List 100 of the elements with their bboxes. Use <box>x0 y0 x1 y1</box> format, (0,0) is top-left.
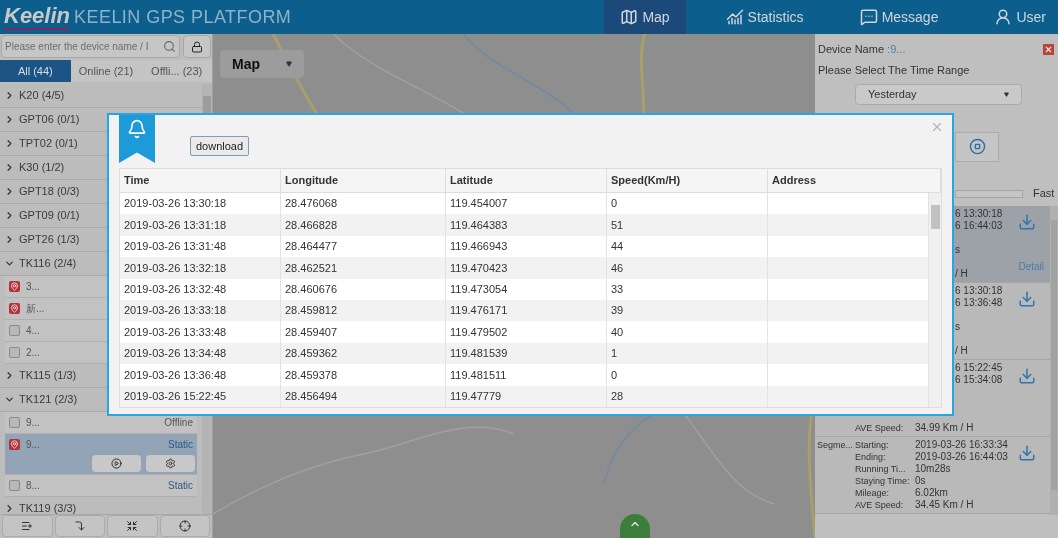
scrollbar[interactable] <box>929 193 941 407</box>
device-label: 4... <box>26 324 40 338</box>
checkbox[interactable] <box>9 325 20 336</box>
map-type-select[interactable]: Map <box>220 50 304 78</box>
field-value: 6 13:36:48 <box>955 296 1003 309</box>
playback-button[interactable] <box>92 455 141 472</box>
field-label: Running Ti... <box>855 462 907 475</box>
caret-icon <box>286 61 292 67</box>
lock-button[interactable] <box>183 35 211 58</box>
chart-icon <box>725 8 744 26</box>
download-icon[interactable] <box>1018 289 1036 308</box>
table-cell-text: 46 <box>611 260 624 276</box>
field-value: 6 13:30:18 <box>955 207 1003 220</box>
download-icon[interactable] <box>1018 212 1036 231</box>
device-row[interactable]: 8... Static <box>5 475 197 497</box>
table-cell-text: 28.476068 <box>285 196 337 212</box>
chevron-icon <box>4 210 15 221</box>
group-label: TK119 (3/3) <box>19 501 77 514</box>
field-value: 2019-03-26 16:44:03 <box>915 450 1008 463</box>
checkbox[interactable] <box>9 480 20 491</box>
nav-tab[interactable]: Statistics <box>709 0 820 34</box>
chevron-icon <box>4 394 15 405</box>
table-cell-text: 119.479502 <box>450 324 508 340</box>
group-label: GPT26 (1/3) <box>19 232 80 248</box>
device-row[interactable]: 9... Offline <box>5 412 197 434</box>
list-icon <box>21 520 34 532</box>
chevron-icon <box>4 503 15 514</box>
field-value: / H <box>955 344 968 357</box>
group-label: TK121 (2/3) <box>19 392 78 408</box>
field-value: 10m28s <box>915 462 951 475</box>
nav-tab[interactable]: Message <box>843 0 955 34</box>
status-label: Static <box>168 438 193 452</box>
location-marker-icon[interactable] <box>9 303 20 314</box>
field-label: Mileage: <box>855 486 891 499</box>
nav-tab[interactable]: User <box>978 0 1058 34</box>
device-label: 9... <box>26 416 40 430</box>
field-label: Ending: <box>855 450 887 463</box>
filter-tab[interactable]: Online (21) <box>70 60 142 82</box>
segment-title: Segme... <box>816 438 855 452</box>
location-marker-icon[interactable] <box>9 281 20 292</box>
time-range-select[interactable]: Yesterday <box>855 83 1022 105</box>
chevron-icon <box>4 186 15 197</box>
segment-card[interactable]: Segme... Starting: 2019-03-26 16:33:34 Ending: 2019-03-26 16:44:03 Running Ti... 10m28s Staying Time: 0s Mileage: 6.02km AVE Speed: 34.45 Km / H <box>815 436 1050 514</box>
map-icon <box>620 8 639 26</box>
column-header: Latitude <box>446 169 607 192</box>
table-cell-text: 28 <box>611 388 624 404</box>
column-header: Longitude <box>281 169 446 192</box>
download-button[interactable]: download <box>190 136 250 156</box>
group-label: GPT18 (0/3) <box>19 184 80 200</box>
chevron-icon <box>4 162 15 173</box>
speed-slider[interactable] <box>955 189 1023 198</box>
caret-icon <box>1004 91 1009 97</box>
table-cell-text: 28.460676 <box>285 282 337 297</box>
table-cell-text: 28.456494 <box>285 388 337 404</box>
table-cell-text: 119.466943 <box>450 239 508 255</box>
nav-tab[interactable]: Map <box>604 0 686 34</box>
field-label: Staying Time: <box>855 474 911 487</box>
checkbox[interactable] <box>9 347 20 358</box>
logo: Keelin <box>4 4 71 30</box>
device-label: 9... <box>26 438 40 452</box>
device-label: 新... <box>26 302 45 316</box>
table-cell-text: 119.473054 <box>450 282 508 297</box>
filter-tab[interactable]: Offli... (23) <box>141 60 212 82</box>
chevron-icon <box>4 90 15 101</box>
column-header: Time <box>120 169 281 192</box>
settings-button[interactable] <box>146 455 195 472</box>
field-value: s <box>955 243 960 256</box>
settings-icon <box>165 458 176 469</box>
group-label: GPT06 (0/1) <box>19 112 80 128</box>
field-value: 6 15:34:08 <box>955 373 1003 386</box>
table-cell-text: 28.462521 <box>285 260 337 276</box>
table-cell-text: 33 <box>611 282 624 297</box>
group-label: TPT02 (0/1) <box>19 136 78 152</box>
search-field[interactable]: Please enter the device name / I <box>1 35 180 58</box>
field-value: 0s <box>915 474 926 487</box>
table-cell-text: 44 <box>611 239 624 255</box>
table-cell-text: 28.459407 <box>285 324 337 340</box>
table-cell-text: 28.464477 <box>285 239 337 255</box>
scrollbar[interactable] <box>1050 205 1058 515</box>
close-button[interactable] <box>1043 43 1054 55</box>
corner-arrow-icon <box>73 520 86 532</box>
download-icon[interactable] <box>1018 443 1036 462</box>
toolbar-button[interactable] <box>107 515 158 537</box>
table-cell-text: 119.454007 <box>450 196 508 212</box>
location-marker-icon[interactable] <box>9 439 20 450</box>
group-label: K30 (1/2) <box>19 160 65 176</box>
table-cell-text: 119.481539 <box>450 346 508 362</box>
filter-tab[interactable]: All (44) <box>0 60 71 82</box>
search-icon[interactable] <box>163 40 176 53</box>
device-name-label: Device Name :9... <box>818 41 906 57</box>
chevron-icon <box>4 138 15 149</box>
column-header: Address <box>768 169 941 192</box>
field-value: 6 16:44:03 <box>955 219 1003 232</box>
checkbox[interactable] <box>9 417 20 428</box>
download-icon[interactable] <box>1018 366 1036 385</box>
toolbar-button[interactable] <box>159 515 210 537</box>
field-value: 34.45 Km / H <box>915 498 974 511</box>
close-icon[interactable] <box>930 120 944 134</box>
bell-icon <box>127 119 147 139</box>
stop-button[interactable] <box>955 131 999 162</box>
